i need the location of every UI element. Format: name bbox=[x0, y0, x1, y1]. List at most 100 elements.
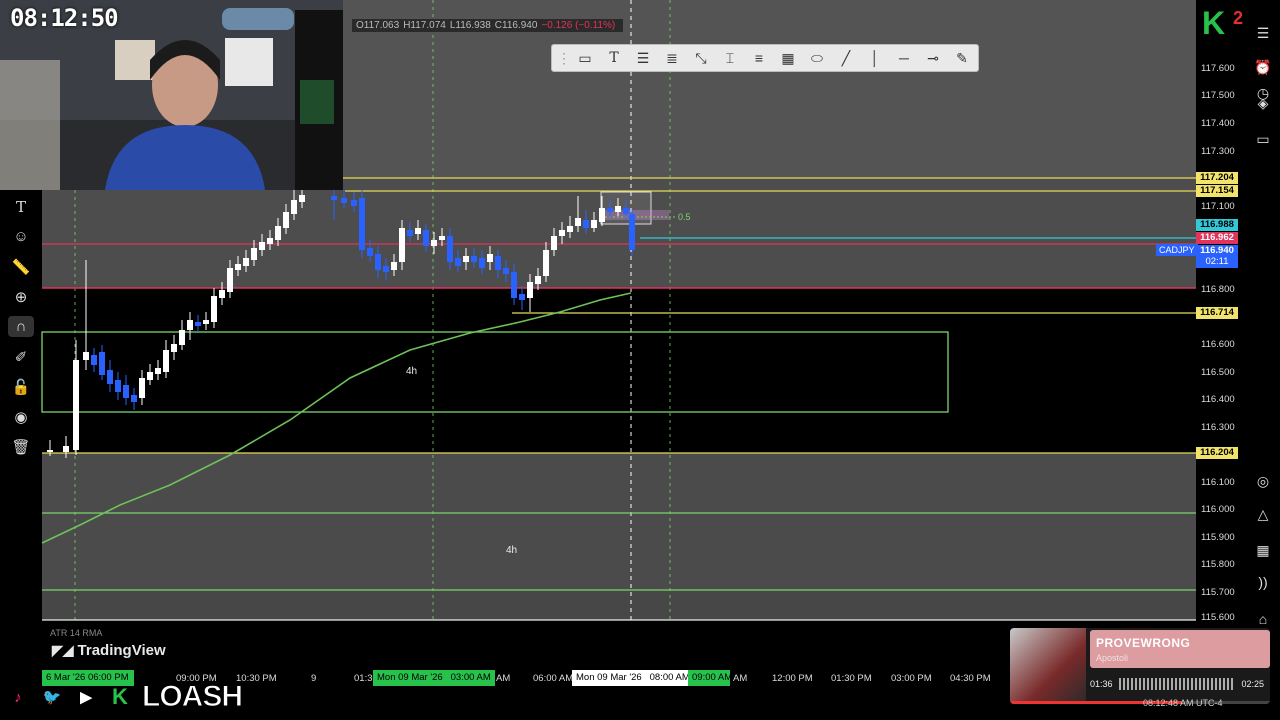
price-tag: 116.714 bbox=[1196, 307, 1238, 319]
candle-body bbox=[391, 262, 397, 270]
song-artist: Apostoli bbox=[1096, 653, 1129, 663]
candle-body bbox=[511, 272, 517, 298]
candle-body bbox=[73, 360, 79, 450]
song-title: PROVEWRONG bbox=[1096, 636, 1191, 650]
vertical-line-icon[interactable]: │ bbox=[863, 47, 887, 69]
candle-body bbox=[91, 355, 97, 365]
fib-icon[interactable]: ☰ bbox=[631, 47, 655, 69]
time-label: 12:00 PM bbox=[772, 673, 813, 684]
lock-icon[interactable]: 🔓 bbox=[8, 376, 34, 397]
emoji-icon[interactable]: ☺ bbox=[8, 226, 34, 247]
candle-body bbox=[187, 320, 193, 330]
candle-body bbox=[331, 196, 337, 200]
time-crosshair-2: Mon 09 Mar '26 08:00 AM bbox=[572, 670, 694, 686]
grid-icon[interactable]: ▦ bbox=[776, 47, 800, 69]
song-info: PROVEWRONG Apostoli bbox=[1090, 630, 1270, 668]
price-label: 117.300 bbox=[1201, 146, 1235, 157]
ohlc-close: C116.940 bbox=[494, 20, 538, 31]
right-sidebar: ☰ ⏰ ◷ ◈ ▭ ◎ △ ▦ )) ⌂ bbox=[1248, 20, 1278, 720]
horizontal-line-icon[interactable]: ─ bbox=[892, 47, 916, 69]
demand-box-4h[interactable] bbox=[41, 331, 949, 413]
brush-icon[interactable]: ✎ bbox=[950, 47, 974, 69]
ruler-icon[interactable]: 📏 bbox=[8, 256, 34, 277]
rectangle-icon[interactable]: ▭ bbox=[573, 47, 597, 69]
measure-icon[interactable]: ⌶ bbox=[718, 47, 742, 69]
pencil-lock-icon[interactable]: ✐ bbox=[8, 346, 34, 367]
layers-stack-icon[interactable]: ◈ bbox=[1252, 92, 1274, 114]
box-label-4h: 4h bbox=[506, 545, 518, 556]
streamer-name: LOASH bbox=[142, 680, 244, 714]
text-tool-icon[interactable]: T bbox=[8, 196, 34, 217]
candle-body bbox=[471, 256, 477, 262]
alerts-icon[interactable]: ⏰ bbox=[1252, 56, 1274, 78]
candle-body bbox=[299, 195, 305, 202]
toolbar-drag-handle[interactable]: ⋮ bbox=[557, 47, 571, 69]
text-icon[interactable]: T bbox=[602, 47, 626, 69]
k-logo: K 2 bbox=[1202, 6, 1248, 40]
candle-body bbox=[291, 200, 297, 214]
trash-icon[interactable]: 🗑 bbox=[8, 436, 34, 457]
candle-body bbox=[123, 385, 129, 398]
calendar-icon[interactable]: ▦ bbox=[1252, 539, 1274, 561]
ohlc-high: H117.074 bbox=[403, 20, 446, 31]
ohlc-open: O117.063 bbox=[356, 20, 400, 31]
candle-body bbox=[99, 352, 105, 375]
price-label: 115.600 bbox=[1201, 612, 1235, 623]
candle-body bbox=[463, 256, 469, 262]
song-progress-bar bbox=[1010, 701, 1270, 704]
price-label: 117.500 bbox=[1201, 90, 1235, 101]
ray-icon[interactable]: ⊸ bbox=[921, 47, 945, 69]
time-label: AM bbox=[496, 673, 511, 684]
candle-body bbox=[399, 228, 405, 262]
price-label: 116.300 bbox=[1201, 422, 1235, 433]
candle-body bbox=[155, 368, 161, 374]
album-cover bbox=[1010, 628, 1086, 704]
fib-channel-icon[interactable]: ≣ bbox=[660, 47, 684, 69]
broadcast-icon[interactable]: )) bbox=[1252, 571, 1274, 593]
tiktok-icon: ♪ bbox=[14, 688, 22, 706]
candle-body bbox=[431, 240, 437, 246]
candle-body bbox=[567, 226, 573, 232]
target-icon[interactable]: ◎ bbox=[1252, 470, 1274, 492]
price-label: 115.700 bbox=[1201, 587, 1235, 598]
candle-body bbox=[195, 322, 201, 326]
candle-body bbox=[607, 208, 613, 212]
candle-body bbox=[407, 230, 413, 236]
ellipse-icon[interactable]: ⬭ bbox=[805, 47, 829, 69]
candle-body bbox=[583, 220, 589, 228]
path-icon[interactable]: ⤡ bbox=[689, 47, 713, 69]
fib-level-label: 0.5 bbox=[678, 212, 691, 222]
zone-grey-lower bbox=[42, 453, 1196, 590]
candle-body bbox=[47, 450, 53, 452]
price-tag: 116.204 bbox=[1196, 447, 1238, 459]
candle-body bbox=[415, 228, 421, 234]
candle-body bbox=[455, 258, 461, 266]
price-label: 117.100 bbox=[1201, 201, 1235, 212]
magnet-icon[interactable]: ∩ bbox=[8, 316, 34, 337]
candle-body bbox=[259, 242, 265, 250]
music-widget: PROVEWRONG Apostoli 01:36 02:25 bbox=[1010, 628, 1270, 704]
candle-body bbox=[527, 282, 533, 298]
candle-body bbox=[341, 198, 347, 203]
trendline-icon[interactable]: ╱ bbox=[834, 47, 858, 69]
lines-icon[interactable]: ≡ bbox=[747, 47, 771, 69]
watchlist-icon[interactable]: ☰ bbox=[1252, 22, 1274, 44]
song-duration: 02:25 bbox=[1241, 679, 1264, 689]
ohlc-low: L116.938 bbox=[449, 20, 491, 31]
price-label: 115.800 bbox=[1201, 559, 1235, 570]
eye-icon[interactable]: ◉ bbox=[8, 406, 34, 427]
price-tag: 117.204 bbox=[1196, 172, 1238, 184]
zoom-in-icon[interactable]: ⊕ bbox=[8, 286, 34, 307]
atr-indicator-label[interactable]: ATR 14 RMA bbox=[50, 628, 102, 638]
tradingview-logo: ◤◢ TradingView bbox=[52, 642, 166, 659]
bell-icon[interactable]: ⌂ bbox=[1252, 608, 1274, 630]
fib-zone bbox=[605, 210, 669, 220]
symbol-tag: CADJPY bbox=[1156, 244, 1198, 256]
candle-body bbox=[243, 258, 249, 266]
time-label: 9 bbox=[311, 673, 317, 684]
candle-body bbox=[163, 350, 169, 372]
time-label: 04:30 PM bbox=[950, 673, 991, 684]
chat-icon[interactable]: ▭ bbox=[1252, 128, 1274, 150]
candle-body bbox=[559, 230, 565, 236]
triangle-icon[interactable]: △ bbox=[1252, 503, 1274, 525]
